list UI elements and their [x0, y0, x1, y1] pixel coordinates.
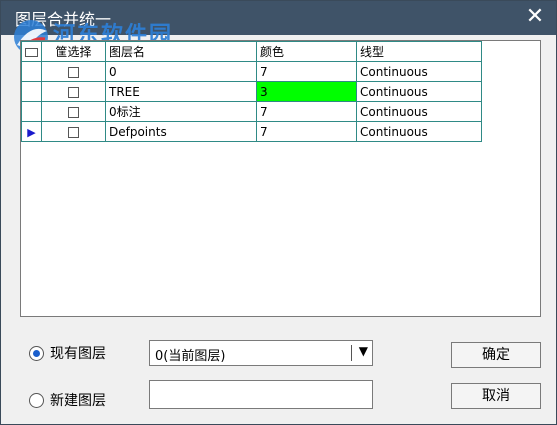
- layer-linetype-cell[interactable]: Continuous: [356, 121, 482, 142]
- row-indicator-cell[interactable]: ▶: [21, 121, 42, 142]
- layer-color-cell[interactable]: 7: [256, 61, 357, 82]
- layer-linetype-cell[interactable]: Continuous: [356, 101, 482, 122]
- select-all-box[interactable]: [25, 47, 38, 57]
- header-select[interactable]: 筐选择: [41, 41, 106, 62]
- layer-linetype-cell[interactable]: Continuous: [356, 81, 482, 102]
- layer-name-cell[interactable]: Defpoints: [105, 121, 257, 142]
- table-row[interactable]: 0标注 7 Continuous: [21, 101, 482, 122]
- row-select-checkbox[interactable]: [68, 66, 79, 78]
- header-color[interactable]: 颜色: [256, 41, 357, 62]
- table-row[interactable]: 0 7 Continuous: [21, 61, 482, 82]
- title-bar[interactable]: 图层合并统一 ✕: [1, 1, 556, 35]
- cancel-button[interactable]: 取消: [451, 383, 541, 409]
- new-layer-radio[interactable]: [29, 392, 44, 408]
- existing-layer-label: 现有图层: [50, 346, 106, 362]
- dialog-title: 图层合并统一: [15, 10, 112, 29]
- layer-select-combo[interactable]: 0(当前图层) ▼: [149, 340, 373, 366]
- row-select-checkbox[interactable]: [68, 106, 79, 118]
- table-header-row: 筐选择 图层名 颜色 线型: [21, 41, 482, 62]
- layer-color-cell[interactable]: 3: [256, 81, 357, 102]
- row-select-cell: [41, 121, 106, 142]
- layer-name-cell[interactable]: 0: [105, 61, 257, 82]
- row-select-cell: [41, 61, 106, 82]
- row-select-cell: [41, 101, 106, 122]
- row-indicator-cell[interactable]: [21, 101, 42, 122]
- existing-layer-radio[interactable]: [29, 345, 44, 361]
- layer-grid[interactable]: 筐选择 图层名 颜色 线型 0 7 Continuous TREE 3 Continuou…: [20, 40, 541, 317]
- header-indicator-cell: [21, 41, 42, 62]
- row-indicator-cell[interactable]: [21, 81, 42, 102]
- table-row[interactable]: TREE 3 Continuous: [21, 81, 482, 102]
- table-body: 0 7 Continuous TREE 3 Continuous 0标注 7 Continuou…: [21, 61, 482, 142]
- layer-combo-value: 0(当前图层): [155, 349, 226, 364]
- layer-table: 筐选择 图层名 颜色 线型 0 7 Continuous TREE 3 Continuou…: [21, 41, 482, 142]
- table-row[interactable]: ▶ Defpoints 7 Continuous: [21, 121, 482, 142]
- combo-separator: [351, 345, 352, 361]
- row-select-checkbox[interactable]: [68, 86, 79, 98]
- header-linetype[interactable]: 线型: [356, 41, 482, 62]
- layer-merge-dialog: 图层合并统一 ✕ 河东软件园 www.pc0359.cn 筐选择 图层名 颜色 …: [0, 0, 557, 425]
- close-button[interactable]: ✕: [522, 4, 548, 30]
- new-layer-input[interactable]: [149, 380, 373, 409]
- header-layer-name[interactable]: 图层名: [105, 41, 257, 62]
- layer-linetype-cell[interactable]: Continuous: [356, 61, 482, 82]
- existing-layer-option[interactable]: 现有图层: [29, 343, 106, 363]
- row-select-checkbox[interactable]: [68, 126, 79, 138]
- row-select-cell: [41, 81, 106, 102]
- layer-color-cell[interactable]: 7: [256, 101, 357, 122]
- ok-button[interactable]: 确定: [451, 342, 541, 368]
- row-indicator-cell[interactable]: [21, 61, 42, 82]
- new-layer-option[interactable]: 新建图层: [29, 390, 106, 410]
- layer-name-cell[interactable]: TREE: [105, 81, 257, 102]
- current-row-arrow-icon: ▶: [27, 125, 36, 139]
- layer-name-cell[interactable]: 0标注: [105, 101, 257, 122]
- layer-color-cell[interactable]: 7: [256, 121, 357, 142]
- new-layer-label: 新建图层: [50, 393, 106, 409]
- chevron-down-icon[interactable]: ▼: [359, 344, 368, 358]
